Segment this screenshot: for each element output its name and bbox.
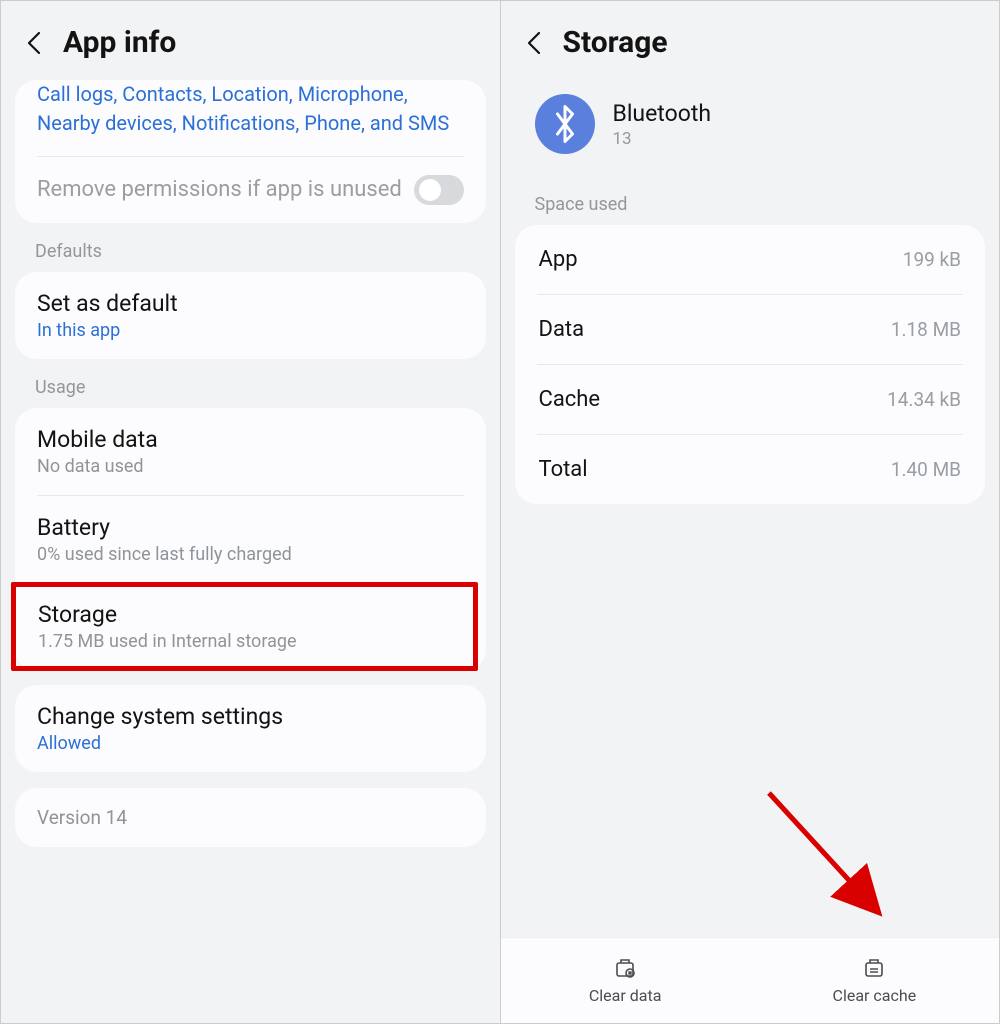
version-card: Version 14: [15, 788, 486, 847]
version-text: Version 14: [37, 806, 464, 829]
defaults-card: Set as default In this app: [15, 272, 486, 359]
app-header: Bluetooth 13: [501, 80, 1000, 176]
header: Storage: [501, 1, 1000, 80]
bluetooth-icon: [535, 94, 595, 154]
battery-sub: 0% used since last fully charged: [37, 544, 464, 565]
change-system-settings-row[interactable]: Change system settings Allowed: [15, 685, 486, 772]
defaults-section-label: Defaults: [1, 223, 500, 272]
cache-size-value: 14.34 kB: [887, 388, 961, 411]
app-info-screen: App info Call logs, Contacts, Location, …: [1, 1, 501, 1023]
permissions-card: Call logs, Contacts, Location, Microphon…: [15, 80, 486, 223]
clear-cache-label: Clear cache: [833, 986, 917, 1005]
mobile-data-title: Mobile data: [37, 426, 464, 453]
remove-permissions-toggle[interactable]: [414, 175, 464, 205]
battery-row[interactable]: Battery 0% used since last fully charged: [15, 496, 486, 583]
storage-title: Storage: [38, 601, 451, 628]
app-size-label: App: [539, 247, 578, 272]
storage-sub: 1.75 MB used in Internal storage: [38, 631, 451, 652]
data-size-label: Data: [539, 317, 585, 342]
mobile-data-row[interactable]: Mobile data No data used: [15, 408, 486, 495]
permissions-link[interactable]: Call logs, Contacts, Location, Microphon…: [15, 80, 486, 156]
change-system-settings-sub: Allowed: [37, 733, 464, 754]
set-as-default-sub: In this app: [37, 320, 464, 341]
bottom-bar: Clear data Clear cache: [501, 937, 1000, 1023]
page-title: App info: [63, 25, 176, 60]
set-as-default-row[interactable]: Set as default In this app: [15, 272, 486, 359]
mobile-data-sub: No data used: [37, 456, 464, 477]
data-size-row: Data 1.18 MB: [515, 295, 986, 364]
total-size-value: 1.40 MB: [891, 458, 961, 481]
trash-icon: [611, 952, 639, 980]
cache-size-label: Cache: [539, 387, 601, 412]
usage-section-label: Usage: [1, 359, 500, 408]
app-size-row: App 199 kB: [515, 225, 986, 294]
clear-data-label: Clear data: [589, 986, 662, 1005]
version-row: Version 14: [15, 788, 486, 847]
change-system-settings-title: Change system settings: [37, 703, 464, 730]
storage-row[interactable]: Storage 1.75 MB used in Internal storage: [16, 587, 473, 666]
storage-row-highlight: Storage 1.75 MB used in Internal storage: [11, 582, 478, 671]
total-size-label: Total: [539, 457, 588, 482]
usage-card: Mobile data No data used Battery 0% used…: [15, 408, 486, 671]
remove-permissions-label: Remove permissions if app is unused: [37, 175, 414, 205]
space-used-card: App 199 kB Data 1.18 MB Cache 14.34 kB T…: [515, 225, 986, 504]
data-size-value: 1.18 MB: [891, 318, 961, 341]
cache-size-row: Cache 14.34 kB: [515, 365, 986, 434]
total-size-row: Total 1.40 MB: [515, 435, 986, 504]
back-button[interactable]: [525, 29, 545, 57]
set-as-default-title: Set as default: [37, 290, 464, 317]
battery-title: Battery: [37, 514, 464, 541]
app-version: 13: [613, 129, 712, 149]
annotation-arrow: [759, 783, 919, 943]
system-settings-card: Change system settings Allowed: [15, 685, 486, 772]
chevron-left-icon: [25, 29, 45, 57]
clear-cache-button[interactable]: Clear cache: [750, 952, 999, 1005]
clear-data-button[interactable]: Clear data: [501, 952, 750, 1005]
remove-permissions-row[interactable]: Remove permissions if app is unused: [15, 157, 486, 223]
chevron-left-icon: [525, 29, 545, 57]
storage-screen: Storage Bluetooth 13 Space used App 199 …: [501, 1, 1000, 1023]
app-meta: Bluetooth 13: [613, 100, 712, 149]
header: App info: [1, 1, 500, 80]
app-name: Bluetooth: [613, 100, 712, 127]
page-title: Storage: [563, 25, 668, 60]
broom-icon: [860, 952, 888, 980]
space-used-label: Space used: [501, 176, 1000, 225]
app-size-value: 199 kB: [903, 248, 961, 271]
back-button[interactable]: [25, 29, 45, 57]
